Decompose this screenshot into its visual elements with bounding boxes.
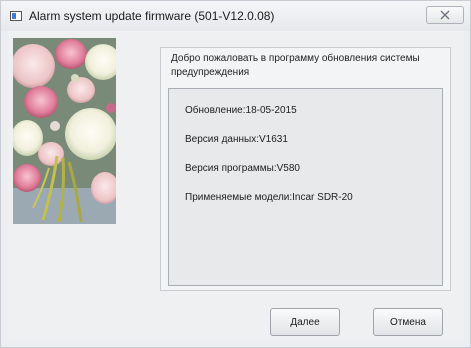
- dialog-body: Добро пожаловать в программу обновления …: [8, 31, 464, 341]
- cancel-button[interactable]: Отмена: [373, 308, 443, 336]
- welcome-text: Добро пожаловать в программу обновления …: [171, 53, 420, 78]
- title-bar[interactable]: Alarm system update firmware (501-V12.0.…: [1, 1, 470, 31]
- welcome-panel: Добро пожаловать в программу обновления …: [160, 47, 451, 291]
- update-info-box: Обновление:18-05-2015 Версия данных:V163…: [168, 88, 443, 286]
- flower-bouquet-image: [13, 38, 116, 224]
- data-version: Версия данных:V1631: [185, 134, 288, 145]
- supported-models: Применяемые модели:Incar SDR-20: [185, 192, 353, 203]
- close-icon: [440, 10, 450, 20]
- program-version: Версия программы:V580: [185, 163, 300, 174]
- next-button[interactable]: Далее: [270, 308, 340, 336]
- window-title: Alarm system update firmware (501-V12.0.…: [29, 9, 275, 23]
- close-button[interactable]: [426, 6, 464, 24]
- update-firmware-window: Alarm system update firmware (501-V12.0.…: [0, 0, 471, 348]
- update-date: Обновление:18-05-2015: [185, 105, 297, 116]
- app-window-icon: [10, 11, 22, 21]
